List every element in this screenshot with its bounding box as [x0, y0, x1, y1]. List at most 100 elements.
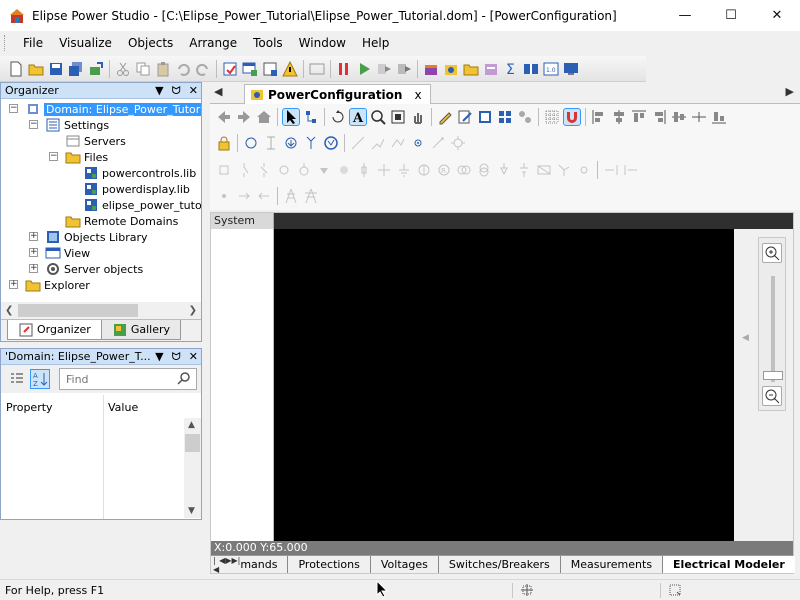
- scroll-thumb[interactable]: [18, 304, 138, 317]
- paste-icon[interactable]: [155, 61, 171, 77]
- arrester-icon[interactable]: [496, 162, 512, 178]
- regulator-icon[interactable]: R: [436, 162, 452, 178]
- disconnector-icon[interactable]: [256, 162, 272, 178]
- scroll-left-icon[interactable]: ❮: [5, 305, 13, 316]
- align-bottom-icon[interactable]: [711, 109, 727, 125]
- grid-layout-icon[interactable]: [497, 109, 513, 125]
- tab-scroll-left-icon[interactable]: ◀: [214, 85, 222, 98]
- align-top-icon[interactable]: [631, 109, 647, 125]
- run-screen-icon[interactable]: [396, 61, 412, 77]
- tree-item-servers[interactable]: Servers: [65, 133, 126, 149]
- reactor-icon[interactable]: [296, 162, 312, 178]
- busbar-icon[interactable]: [376, 162, 392, 178]
- menu-tools[interactable]: Tools: [245, 32, 291, 54]
- scroll-thumb[interactable]: [185, 434, 200, 452]
- zoom-slider-track[interactable]: [771, 276, 775, 382]
- monitor-icon[interactable]: [563, 61, 579, 77]
- ground-icon[interactable]: [430, 135, 446, 151]
- connect-right-icon[interactable]: [603, 162, 619, 178]
- menu-visualize[interactable]: Visualize: [51, 32, 120, 54]
- voltage-transformer-icon[interactable]: [476, 162, 492, 178]
- search-icon[interactable]: [177, 371, 191, 388]
- align-center-icon[interactable]: [611, 109, 627, 125]
- line-tool-icon[interactable]: [350, 135, 366, 151]
- text-tool-icon[interactable]: A: [349, 108, 367, 126]
- frame-icon[interactable]: [477, 109, 493, 125]
- tab-protections[interactable]: Protections: [287, 556, 369, 573]
- tab-gallery[interactable]: Gallery: [100, 320, 181, 340]
- tab-measurements[interactable]: Measurements: [559, 556, 662, 573]
- align-icon[interactable]: [309, 61, 325, 77]
- tree-item-files[interactable]: − Files: [49, 149, 108, 165]
- zoom-slider-thumb[interactable]: [763, 371, 783, 380]
- warning-icon[interactable]: [282, 60, 298, 77]
- home-icon[interactable]: [256, 109, 272, 125]
- close-tab-icon[interactable]: x: [414, 88, 421, 102]
- show-grid-icon[interactable]: [544, 109, 560, 125]
- pan-hand-icon[interactable]: [410, 109, 426, 125]
- grounding-icon[interactable]: [396, 162, 412, 178]
- switch-icon[interactable]: [236, 162, 252, 178]
- pin-icon[interactable]: ᗢ: [172, 349, 181, 365]
- component-icon[interactable]: [443, 61, 459, 77]
- collapse-icon[interactable]: −: [29, 120, 38, 129]
- collapse-icon[interactable]: −: [9, 104, 18, 113]
- meter-icon[interactable]: [323, 135, 339, 151]
- drawing-canvas[interactable]: [274, 229, 734, 541]
- solar-icon[interactable]: [536, 162, 552, 178]
- wind-icon[interactable]: [556, 162, 572, 178]
- double-tower-icon[interactable]: [303, 188, 319, 204]
- align-middle-icon[interactable]: [671, 109, 687, 125]
- battery-icon[interactable]: [516, 162, 532, 178]
- tree-item-domain[interactable]: − Domain: Elipse_Power_Tutorial: [9, 101, 201, 117]
- expand-icon[interactable]: +: [29, 264, 38, 273]
- dropdown-icon[interactable]: ▼: [155, 83, 163, 99]
- tree-item-elipse-power-tutorial[interactable]: elipse_power_tutoria: [83, 197, 201, 213]
- current-transformer-icon[interactable]: [456, 162, 472, 178]
- undo-icon[interactable]: [175, 61, 191, 77]
- arrow-left-icon[interactable]: [256, 188, 272, 204]
- tower-icon[interactable]: [283, 188, 299, 204]
- fuse-icon[interactable]: [356, 162, 372, 178]
- tab-commands[interactable]: mands: [240, 556, 287, 573]
- meter-point-icon[interactable]: [576, 162, 592, 178]
- zoom-out-icon[interactable]: [762, 386, 782, 406]
- find-input[interactable]: [66, 372, 166, 386]
- breaker-icon[interactable]: [216, 162, 232, 178]
- connect-left-icon[interactable]: [623, 162, 639, 178]
- expand-icon[interactable]: +: [29, 232, 38, 241]
- redo-icon[interactable]: [195, 61, 211, 77]
- categorized-icon[interactable]: [7, 369, 27, 389]
- tree-item-explorer[interactable]: + Explorer: [9, 277, 90, 293]
- save-icon[interactable]: [48, 61, 64, 77]
- scroll-right-icon[interactable]: ❯: [189, 305, 197, 316]
- sigma-icon[interactable]: Σ: [503, 61, 519, 78]
- polyline-tool-icon[interactable]: [370, 135, 386, 151]
- organizer-horizontal-scrollbar[interactable]: ❮ ❯: [1, 302, 201, 319]
- menu-help[interactable]: Help: [354, 32, 397, 54]
- save-all-icon[interactable]: [68, 61, 84, 77]
- minimize-button[interactable]: —: [662, 0, 708, 31]
- transformer-icon[interactable]: [263, 135, 279, 151]
- library-folder-icon[interactable]: [463, 61, 479, 77]
- close-icon[interactable]: ✕: [189, 83, 198, 99]
- node-edit-icon[interactable]: [303, 109, 319, 125]
- tree-item-powercontrols[interactable]: powercontrols.lib: [83, 165, 196, 181]
- edit-document-icon[interactable]: [457, 109, 473, 125]
- menu-objects[interactable]: Objects: [120, 32, 181, 54]
- node-icon[interactable]: [410, 135, 426, 151]
- connector-tool-icon[interactable]: [390, 135, 406, 151]
- capacitor-icon[interactable]: [276, 162, 292, 178]
- point-icon[interactable]: [216, 188, 232, 204]
- zoom-in-icon[interactable]: [762, 243, 782, 263]
- cut-icon[interactable]: [115, 61, 131, 77]
- tree-item-view[interactable]: + View: [29, 245, 90, 261]
- pencil-icon[interactable]: [437, 109, 453, 125]
- expand-icon[interactable]: +: [9, 280, 18, 289]
- document-icon[interactable]: [262, 61, 278, 77]
- run-project-icon[interactable]: [376, 61, 392, 77]
- tab-scroll-right-icon[interactable]: ▶: [786, 85, 794, 98]
- select-pointer-icon[interactable]: [282, 108, 300, 126]
- arrow-right-icon[interactable]: [236, 188, 252, 204]
- version-icon[interactable]: 1.0: [543, 61, 559, 77]
